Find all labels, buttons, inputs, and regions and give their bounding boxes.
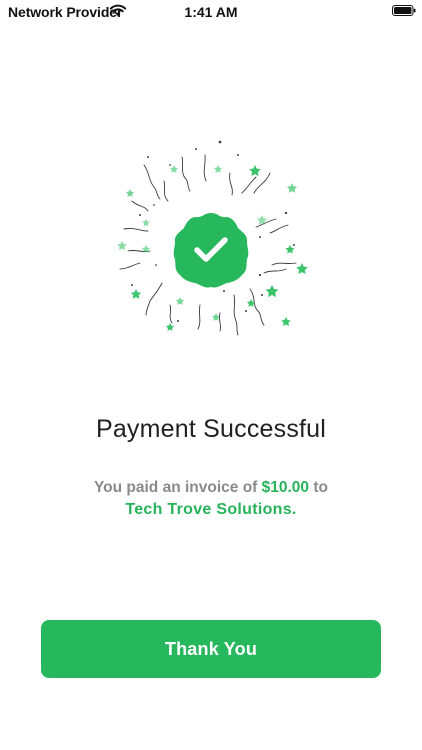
payment-message: You paid an invoice of $10.00 to Tech Tr… xyxy=(40,477,382,521)
payment-amount: $10.00 xyxy=(261,479,310,496)
message-prefix: You paid an invoice of xyxy=(93,479,262,496)
page-title: Payment Successful xyxy=(95,415,327,443)
thank-you-button[interactable]: Thank You xyxy=(41,620,381,678)
recipient-company: Tech Trove Solutions. xyxy=(125,501,297,518)
battery-icon xyxy=(392,5,416,16)
success-illustration xyxy=(117,140,308,336)
status-bar: Network Provider 1:41 AM xyxy=(0,0,422,24)
verified-badge xyxy=(173,213,249,288)
message-suffix: to xyxy=(309,479,328,496)
status-time: 1:41 AM xyxy=(184,4,238,20)
